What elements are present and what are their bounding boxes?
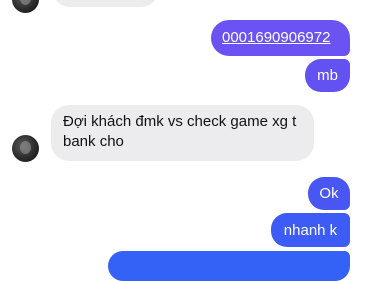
avatar[interactable] <box>12 0 39 13</box>
avatar-face <box>20 141 31 154</box>
outgoing-message-bubble[interactable]: 0001690906972 <box>211 20 350 56</box>
outgoing-message-bubble[interactable] <box>108 251 350 281</box>
incoming-message-bubble[interactable] <box>52 0 159 7</box>
avatar[interactable] <box>12 135 39 162</box>
incoming-message-bubble[interactable]: Đợi khách đmk vs check game xg t bank ch… <box>51 105 314 161</box>
outgoing-message-bubble[interactable]: nhanh k <box>271 213 350 247</box>
account-number-link[interactable]: 0001690906972 <box>222 29 330 46</box>
outgoing-message-bubble[interactable]: mb <box>305 59 350 92</box>
avatar-face <box>20 0 31 5</box>
outgoing-message-bubble[interactable]: Ok <box>308 177 350 210</box>
